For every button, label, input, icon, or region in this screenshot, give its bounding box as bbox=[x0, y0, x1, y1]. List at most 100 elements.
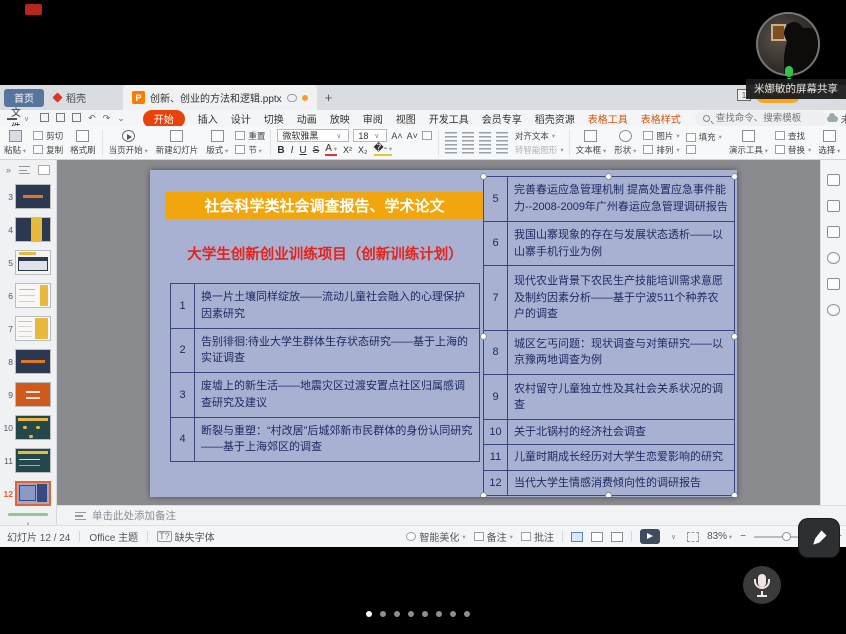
selection-handle[interactable] bbox=[605, 492, 612, 497]
page-dot-5[interactable] bbox=[422, 611, 428, 617]
zoom-level[interactable]: 83% bbox=[707, 531, 732, 542]
menu-tab-10[interactable]: 稻壳资源 bbox=[535, 111, 575, 126]
collapse-panel-icon[interactable]: » bbox=[6, 165, 11, 175]
highlight-button[interactable]: �- bbox=[374, 144, 393, 156]
slide-thumbnail-12[interactable]: 12 bbox=[0, 477, 56, 510]
beautify-icon[interactable] bbox=[827, 200, 840, 212]
page-dot-6[interactable] bbox=[436, 611, 442, 617]
menu-tab-9[interactable]: 会员专享 bbox=[482, 111, 522, 126]
present-tools-button[interactable]: 演示工具 bbox=[725, 126, 772, 159]
shrink-font-icon[interactable]: A˅ bbox=[407, 131, 418, 141]
image-tools-icon[interactable] bbox=[827, 278, 840, 290]
indent-increase-icon[interactable] bbox=[496, 132, 508, 142]
slide-thumbnail-9[interactable]: 9 bbox=[0, 378, 56, 411]
selection-handle[interactable] bbox=[480, 333, 487, 340]
picture-button[interactable]: 图片 bbox=[643, 130, 679, 142]
smart-graphic-button[interactable]: 转智能图形 bbox=[515, 144, 564, 156]
tips-icon[interactable] bbox=[827, 304, 840, 316]
page-dot-7[interactable] bbox=[450, 611, 456, 617]
selection-handle[interactable] bbox=[731, 333, 737, 340]
slideshow-play-button[interactable] bbox=[640, 529, 660, 544]
clear-format-icon[interactable] bbox=[422, 131, 432, 140]
page-indicator-dots[interactable] bbox=[366, 611, 470, 617]
outline-view-icon[interactable] bbox=[19, 166, 30, 174]
layout-button[interactable]: 版式 bbox=[202, 126, 232, 159]
normal-view-button[interactable] bbox=[571, 532, 583, 542]
menu-tab-5[interactable]: 放映 bbox=[330, 111, 350, 126]
align-text-button[interactable]: 对齐文本 bbox=[515, 130, 564, 142]
menu-tab-0[interactable]: 开始 bbox=[143, 110, 185, 128]
justify-icon[interactable] bbox=[496, 144, 508, 154]
format-painter-button[interactable]: 格式刷 bbox=[66, 126, 100, 159]
left-topics-table[interactable]: 1换一片土壤同样绽放——流动儿童社会融入的心理保护因素研究2告别徘徊:待业大学生… bbox=[170, 283, 480, 462]
slide-thumbnail-6[interactable]: 6 bbox=[0, 279, 56, 312]
replace-button[interactable]: 替换 bbox=[775, 144, 811, 156]
sync-status[interactable]: 未同步 bbox=[827, 111, 846, 126]
shapes-button[interactable]: 形状 bbox=[610, 126, 640, 159]
copy-button[interactable]: 复制 bbox=[33, 144, 63, 156]
selection-handle[interactable] bbox=[605, 173, 612, 180]
notes-bar[interactable]: 单击此处添加备注 bbox=[57, 505, 846, 525]
slide-thumbnail-4[interactable]: 4 bbox=[0, 213, 56, 246]
section-button[interactable]: 节 bbox=[235, 144, 265, 156]
redo-icon[interactable]: ↷ bbox=[103, 113, 111, 124]
right-topics-table[interactable]: 5完善春运应急管理机制 提高处置应急事件能力--2008-2009年广州春运应急… bbox=[483, 176, 735, 496]
find-button[interactable]: 查找 bbox=[775, 130, 811, 142]
cut-button[interactable]: 剪切 bbox=[33, 130, 63, 142]
thumbnail-preview[interactable] bbox=[15, 316, 51, 341]
menu-tab-1[interactable]: 插入 bbox=[198, 111, 218, 126]
bullet-list-icon[interactable] bbox=[445, 132, 457, 142]
fit-slide-icon[interactable] bbox=[687, 532, 699, 542]
context-tab-0[interactable]: 表格工具 bbox=[588, 111, 628, 126]
current-slide[interactable]: 社会科学类社会调查报告、学术论文 大学生创新创业训练项目（创新训练计划） 1换一… bbox=[150, 170, 737, 497]
new-slide-button[interactable]: 新建幻灯片 bbox=[152, 126, 203, 159]
menu-tab-6[interactable]: 审阅 bbox=[363, 111, 383, 126]
selection-handle[interactable] bbox=[731, 173, 737, 180]
fill-button[interactable]: 填充 bbox=[686, 131, 722, 143]
export-icon[interactable] bbox=[56, 113, 65, 122]
indent-decrease-icon[interactable] bbox=[479, 132, 491, 142]
search-input[interactable] bbox=[714, 112, 819, 125]
layers-icon[interactable] bbox=[827, 226, 840, 238]
slide-thumbnail-10[interactable]: 10 bbox=[0, 411, 56, 444]
page-dot-1[interactable] bbox=[366, 611, 372, 617]
thumbnail-preview[interactable] bbox=[15, 349, 51, 374]
menu-tab-3[interactable]: 切换 bbox=[264, 111, 284, 126]
play-from-page-button[interactable]: 当页开始 bbox=[105, 126, 152, 159]
thumbnail-preview[interactable] bbox=[15, 481, 51, 506]
slide-thumbnail-3[interactable]: 3 bbox=[0, 180, 56, 213]
notes-toggle-button[interactable]: 备注 bbox=[474, 529, 513, 544]
align-left-icon[interactable] bbox=[445, 144, 457, 154]
annotation-tool-button[interactable] bbox=[799, 519, 839, 557]
reset-button[interactable]: 重置 bbox=[235, 130, 265, 142]
subscript-button[interactable]: X₂ bbox=[358, 145, 368, 155]
customize-toolbar-icon[interactable]: ⌄ bbox=[117, 113, 125, 124]
paste-button[interactable]: 粘贴 bbox=[0, 126, 30, 159]
comments-button[interactable]: 批注 bbox=[521, 529, 554, 544]
font-name-select[interactable]: 微软雅黑∨ bbox=[277, 129, 349, 142]
align-right-icon[interactable] bbox=[479, 144, 491, 154]
docer-tab[interactable]: 稻壳 bbox=[44, 89, 95, 107]
align-center-icon[interactable] bbox=[462, 144, 474, 154]
smart-beautify-button[interactable]: 智能美化 bbox=[406, 529, 465, 544]
thumbnail-preview[interactable] bbox=[15, 382, 51, 407]
thumbnail-preview[interactable] bbox=[15, 415, 51, 440]
slide-thumbnail-11[interactable]: 11 bbox=[0, 444, 56, 477]
document-tab[interactable]: P 创新、创业的方法和逻辑.pptx bbox=[123, 85, 317, 110]
font-size-select[interactable]: 18∨ bbox=[353, 129, 387, 142]
play-options-icon[interactable]: ∨ bbox=[671, 533, 676, 541]
missing-font-warning[interactable]: T?缺失字体 bbox=[157, 529, 215, 544]
timer-icon[interactable] bbox=[827, 252, 840, 264]
strikethrough-button[interactable]: S bbox=[313, 145, 320, 156]
thumbnail-preview[interactable] bbox=[15, 184, 51, 209]
new-tab-button[interactable]: + bbox=[325, 90, 333, 105]
slide-title[interactable]: 社会科学类社会调查报告、学术论文 bbox=[165, 192, 484, 219]
zoom-slider[interactable] bbox=[754, 536, 800, 538]
zoom-slider-knob[interactable] bbox=[782, 532, 791, 541]
selection-handle[interactable] bbox=[480, 173, 487, 180]
save-icon[interactable] bbox=[40, 113, 49, 122]
menu-tab-7[interactable]: 视图 bbox=[396, 111, 416, 126]
thumbnail-preview[interactable] bbox=[15, 250, 51, 275]
arrange-button[interactable]: 排列 bbox=[643, 144, 679, 156]
selection-handle[interactable] bbox=[480, 492, 487, 497]
